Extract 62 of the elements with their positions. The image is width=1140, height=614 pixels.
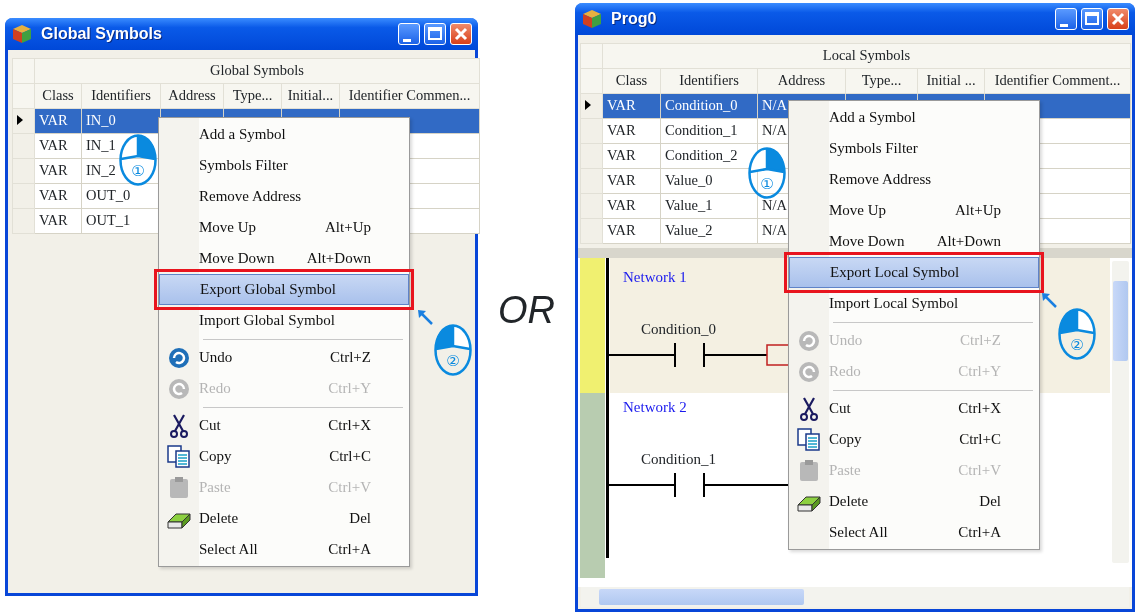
minimize-icon — [1060, 23, 1068, 27]
minimize-button[interactable] — [1055, 8, 1077, 30]
close-button[interactable] — [450, 23, 472, 45]
divider-text: OR — [497, 288, 556, 333]
undo-icon — [797, 328, 821, 353]
column-header[interactable]: Address — [757, 68, 846, 94]
column-header[interactable]: Identifiers — [660, 68, 758, 94]
menu-item[interactable]: Copy Ctrl+C — [159, 441, 409, 472]
table-cell: Condition_0 — [660, 93, 758, 119]
table-caption: Local Symbols — [602, 43, 1131, 69]
contact-label: Condition_1 — [641, 450, 716, 469]
current-row-icon — [585, 100, 591, 111]
menu-item[interactable]: Cut Ctrl+X — [159, 410, 409, 441]
undo-icon — [167, 345, 191, 370]
table-cell: Value_1 — [660, 193, 758, 219]
current-row-icon — [17, 115, 23, 126]
menu-item[interactable]: Add a Symbol — [159, 119, 409, 150]
menu-item[interactable]: Select All Ctrl+A — [159, 534, 409, 565]
maximize-button[interactable] — [424, 23, 446, 45]
table-cell: Condition_1 — [660, 118, 758, 144]
menu-item[interactable]: Delete Del — [159, 503, 409, 534]
redo-icon — [797, 359, 821, 384]
menu-item[interactable]: Copy Ctrl+C — [789, 424, 1039, 455]
menu-item[interactable]: Remove Address — [789, 164, 1039, 195]
network-label: Network 2 — [623, 398, 687, 417]
window-title: Prog0 — [611, 9, 657, 29]
step-number: ① — [759, 177, 775, 192]
menu-item[interactable]: Cut Ctrl+X — [789, 393, 1039, 424]
close-button[interactable] — [1107, 8, 1129, 30]
menu-item[interactable]: Import Global Symbol — [159, 305, 409, 336]
cube-icon — [581, 8, 603, 30]
horizontal-scrollbar[interactable] — [581, 587, 1129, 607]
menu-item[interactable]: Select All Ctrl+A — [789, 517, 1039, 548]
maximize-button[interactable] — [1081, 8, 1103, 30]
copy-icon — [167, 444, 191, 469]
paste-icon — [167, 475, 191, 500]
step-number: ② — [1069, 338, 1085, 353]
menu-item[interactable]: Move Down Alt+Down — [159, 243, 409, 274]
column-header[interactable]: Identifier Comment... — [984, 68, 1131, 94]
redo-icon — [167, 376, 191, 401]
column-header[interactable]: Identifier Commen... — [339, 83, 480, 109]
window-title: Global Symbols — [41, 24, 162, 44]
table-cell: Value_2 — [660, 218, 758, 244]
menu-item[interactable]: Symbols Filter — [159, 150, 409, 181]
menu-item[interactable]: Delete Del — [789, 486, 1039, 517]
paste-icon — [797, 458, 821, 483]
menu-item[interactable]: Remove Address — [159, 181, 409, 212]
scissors-icon — [799, 395, 819, 422]
menu-item[interactable]: Move Up Alt+Up — [159, 212, 409, 243]
network-label: Network 1 — [623, 268, 687, 287]
table-caption: Global Symbols — [34, 58, 480, 84]
scissors-icon — [169, 412, 189, 439]
contact-label: Condition_0 — [641, 320, 716, 339]
step-number: ② — [445, 354, 461, 369]
step-number: ① — [130, 164, 146, 179]
minimize-button[interactable] — [398, 23, 420, 45]
menu-item[interactable]: Import Local Symbol — [789, 288, 1039, 319]
copy-icon — [797, 427, 821, 452]
menu-item[interactable]: Undo Ctrl+Z — [159, 342, 409, 373]
vertical-scrollbar[interactable] — [1112, 261, 1129, 563]
cube-icon — [11, 23, 33, 45]
minimize-icon — [403, 38, 411, 42]
